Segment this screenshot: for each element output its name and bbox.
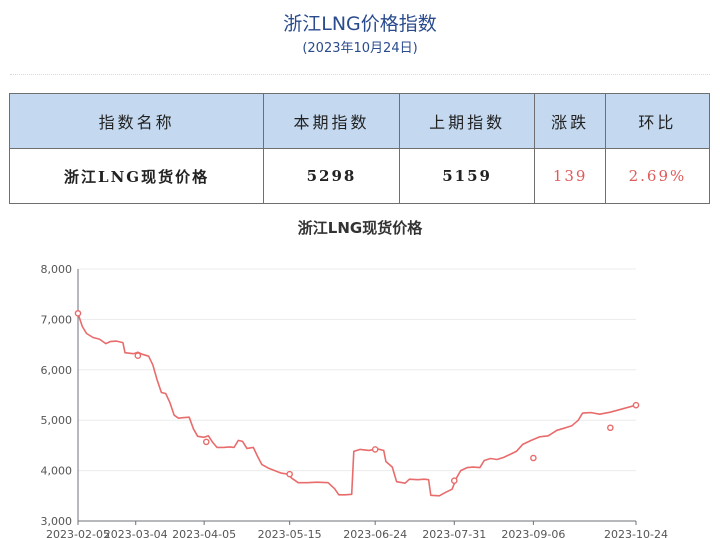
header-current-index: 本期指数 (263, 93, 400, 149)
x-tick-label: 2023-04-05 (172, 528, 236, 538)
data-point (74, 310, 82, 317)
price-line-chart: 3,000 4,000 5,000 6,000 7,000 8,000 2023-02-05… (41, 263, 668, 538)
data-point (202, 438, 210, 446)
data-point (530, 454, 537, 462)
x-tick-label: 2023-10-24 (604, 528, 668, 538)
x-tick-label: 2023-05-15 (258, 528, 322, 538)
table-row: 浙江LNG现货价格 5298 5159 139 2.69% (8, 148, 711, 204)
y-tick-label: 7,000 (41, 313, 73, 326)
table-header-row: 指数名称 本期指数 上期指数 涨跌 环比 (8, 93, 711, 149)
data-point (607, 424, 614, 432)
series-line (77, 313, 637, 497)
cell-previous-index: 5159 (398, 148, 536, 204)
x-tick-label: 2023-06-24 (343, 528, 407, 538)
header-previous-index: 上期指数 (398, 93, 536, 149)
divider (10, 74, 710, 75)
report-date: (2023年10月24日) (302, 41, 418, 56)
x-tick-label: 2023-09-06 (501, 528, 565, 538)
page-title: 浙江LNG价格指数 (283, 13, 437, 35)
header-ratio: 环比 (604, 93, 711, 149)
data-point (632, 401, 640, 409)
y-tick-label: 5,000 (41, 414, 73, 427)
y-tick-label: 4,000 (41, 465, 73, 478)
y-tick-label: 6,000 (41, 364, 73, 377)
cell-change: 139 (534, 148, 606, 204)
chart-area: 浙江LNG现货价格 3,000 4,000 5,000 6,000 7,000 8,000… (0, 205, 720, 538)
cell-ratio: 2.69% (604, 148, 711, 204)
y-tick-label: 3,000 (41, 515, 73, 528)
y-tick-label: 8,000 (41, 263, 73, 276)
data-point (371, 446, 379, 453)
x-tick-label: 2023-07-31 (422, 528, 486, 538)
header-change: 涨跌 (534, 93, 606, 149)
data-point (450, 477, 458, 484)
index-table: 指数名称 本期指数 上期指数 涨跌 环比 浙江LNG现货价格 5298 5159… (8, 93, 711, 204)
data-point (134, 352, 142, 359)
cell-current-index: 5298 (263, 148, 400, 204)
x-tick-label: 2023-03-04 (104, 528, 168, 538)
header-index-name: 指数名称 (8, 93, 265, 149)
cell-index-name: 浙江LNG现货价格 (8, 148, 265, 204)
data-point (286, 470, 293, 478)
x-tick-label: 2023-02-05 (46, 528, 110, 538)
